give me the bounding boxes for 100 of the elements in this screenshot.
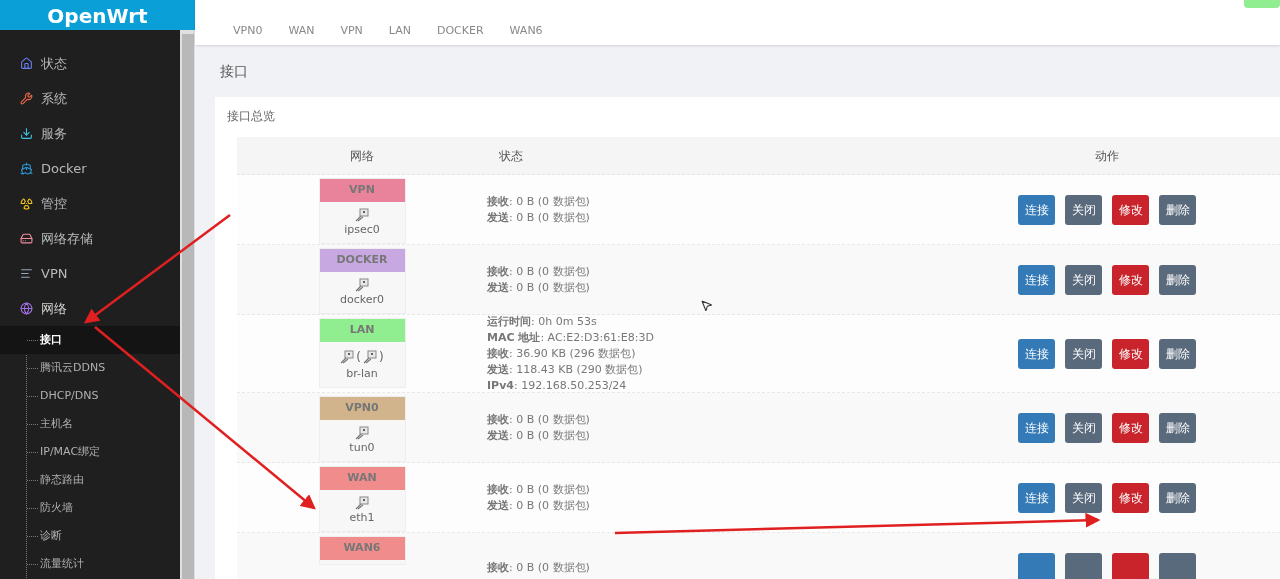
action-button[interactable]: 连接 xyxy=(1018,412,1055,443)
sidebar-item[interactable]: 网络存储 xyxy=(0,221,180,256)
sidebar-item[interactable]: 管控 xyxy=(0,186,180,221)
action-button[interactable] xyxy=(1018,552,1055,579)
download-icon xyxy=(20,127,33,140)
action-button[interactable]: 删除 xyxy=(1159,482,1196,513)
column-header: 动作 xyxy=(1094,147,1120,165)
submenu-item[interactable]: IP/MAC绑定 xyxy=(0,438,180,466)
action-button[interactable]: 修改 xyxy=(1112,482,1149,513)
zone-tab[interactable]: VPN xyxy=(340,22,363,39)
action-button[interactable]: 连接 xyxy=(1018,264,1055,295)
globe-icon xyxy=(20,302,33,315)
status-line: 接收: 0 B (0 数据包) xyxy=(487,411,590,428)
network-port-icon xyxy=(355,496,369,510)
tools-icon xyxy=(20,92,33,105)
page-title: 接口 xyxy=(219,61,249,81)
submenu-item[interactable]: 接口 xyxy=(0,326,180,354)
mouse-cursor-icon xyxy=(700,299,713,312)
status-line: 接收: 0 B (0 数据包) xyxy=(487,481,590,498)
action-button[interactable]: 连接 xyxy=(1018,482,1055,513)
action-button[interactable]: 关闭 xyxy=(1065,338,1102,369)
device-name: eth1 xyxy=(349,510,375,526)
sidebar-item[interactable]: 系统 xyxy=(0,81,180,116)
status-line: MAC 地址: AC:E2:D3:61:E8:3D xyxy=(487,329,654,346)
action-button[interactable]: 关闭 xyxy=(1065,412,1102,443)
logo: OpenWrt xyxy=(47,4,148,28)
status-line: 发送: 118.43 KB (290 数据包) xyxy=(487,361,643,378)
status-line: IPv4: 192.168.50.253/24 xyxy=(487,377,627,394)
sidebar-item[interactable]: 状态 xyxy=(0,46,180,81)
action-button[interactable]: 删除 xyxy=(1159,412,1196,443)
zone-card[interactable]: DOCKER docker0 xyxy=(318,248,406,314)
zone-tab[interactable]: DOCKER xyxy=(436,22,484,39)
scrollbar[interactable] xyxy=(180,30,195,579)
action-button[interactable]: 修改 xyxy=(1112,338,1149,369)
sidebar-item[interactable]: VPN xyxy=(0,256,180,291)
status-line: 接收: 36.90 KB (296 数据包) xyxy=(487,345,636,362)
sidebar-item[interactable]: 网络 xyxy=(0,291,180,326)
status-line: 发送: 0 B (0 数据包) xyxy=(487,497,590,514)
status-line: 接收: 0 B (0 数据包) xyxy=(487,263,590,280)
zone-tab[interactable]: LAN xyxy=(388,22,411,39)
action-button[interactable]: 删除 xyxy=(1159,264,1196,295)
action-button[interactable] xyxy=(1159,552,1196,579)
drive-icon xyxy=(20,232,33,245)
action-button[interactable] xyxy=(1112,552,1149,579)
zone-card[interactable]: WAN eth1 xyxy=(318,466,406,532)
device-name: br-lan xyxy=(346,366,378,382)
zone-label: VPN0 xyxy=(319,397,405,420)
action-button[interactable]: 删除 xyxy=(1159,338,1196,369)
home-icon xyxy=(20,57,33,70)
action-button[interactable]: 修改 xyxy=(1112,412,1149,443)
zone-tab[interactable]: WAN6 xyxy=(509,22,543,39)
network-port-icon xyxy=(355,208,369,222)
status-line: 发送: 0 B (0 数据包) xyxy=(487,427,590,444)
submenu-item[interactable]: 防火墙 xyxy=(0,494,180,522)
action-button[interactable]: 修改 xyxy=(1112,264,1149,295)
status-line: 接收: 0 B (0 数据包) xyxy=(487,193,590,210)
action-button[interactable]: 关闭 xyxy=(1065,482,1102,513)
network-port-icon xyxy=(355,426,369,440)
card-title: 接口总览 xyxy=(227,108,276,125)
action-button[interactable] xyxy=(1065,552,1102,579)
zone-card[interactable]: LAN ( ) br-lan xyxy=(318,318,406,388)
status-badge xyxy=(1244,0,1280,8)
action-button[interactable]: 修改 xyxy=(1112,194,1149,225)
submenu-item[interactable]: 静态路由 xyxy=(0,466,180,494)
submenu-item[interactable]: 流量统计 xyxy=(0,550,180,578)
zone-tab[interactable]: WAN xyxy=(288,22,315,39)
list-icon xyxy=(20,267,33,280)
submenu-item[interactable]: 诊断 xyxy=(0,522,180,550)
zone-tab[interactable]: VPN0 xyxy=(233,22,263,39)
status-line: 发送: 0 B (0 数据包) xyxy=(487,279,590,296)
status-line: 接收: 0 B (0 数据包) xyxy=(487,559,590,576)
action-button[interactable]: 连接 xyxy=(1018,194,1055,225)
zone-card[interactable]: VPN0 tun0 xyxy=(318,396,406,462)
submenu-item[interactable]: 腾讯云DDNS xyxy=(0,354,180,382)
action-button[interactable]: 关闭 xyxy=(1065,194,1102,225)
column-header: 网络 xyxy=(349,147,375,165)
device-name: tun0 xyxy=(349,440,375,456)
sidebar-item[interactable]: Docker xyxy=(0,151,180,186)
network-port-icon xyxy=(363,350,377,364)
action-button[interactable]: 连接 xyxy=(1018,338,1055,369)
action-button[interactable]: 关闭 xyxy=(1065,264,1102,295)
sidebar-item[interactable]: 服务 xyxy=(0,116,180,151)
action-button[interactable]: 删除 xyxy=(1159,194,1196,225)
network-port-icon xyxy=(340,350,355,364)
zone-label: WAN xyxy=(319,467,405,490)
zone-card[interactable]: VPN ipsec0 xyxy=(318,178,406,244)
column-header: 状态 xyxy=(498,147,524,165)
submenu-item[interactable]: DHCP/DNS xyxy=(0,382,180,410)
device-name: ipsec0 xyxy=(344,222,380,238)
bracket: ) xyxy=(379,349,384,366)
submenu-item[interactable]: 主机名 xyxy=(0,410,180,438)
status-line: 发送: 0 B (0 数据包) xyxy=(487,209,590,226)
network-port-icon xyxy=(355,278,369,292)
zone-label: DOCKER xyxy=(319,249,405,272)
zone-label: VPN xyxy=(319,179,405,202)
bracket: ( xyxy=(356,349,361,366)
device-name: docker0 xyxy=(340,292,384,308)
zone-label: WAN6 xyxy=(319,537,405,560)
status-line: 运行时间: 0h 0m 53s xyxy=(487,313,597,330)
zone-label: LAN xyxy=(319,319,405,342)
